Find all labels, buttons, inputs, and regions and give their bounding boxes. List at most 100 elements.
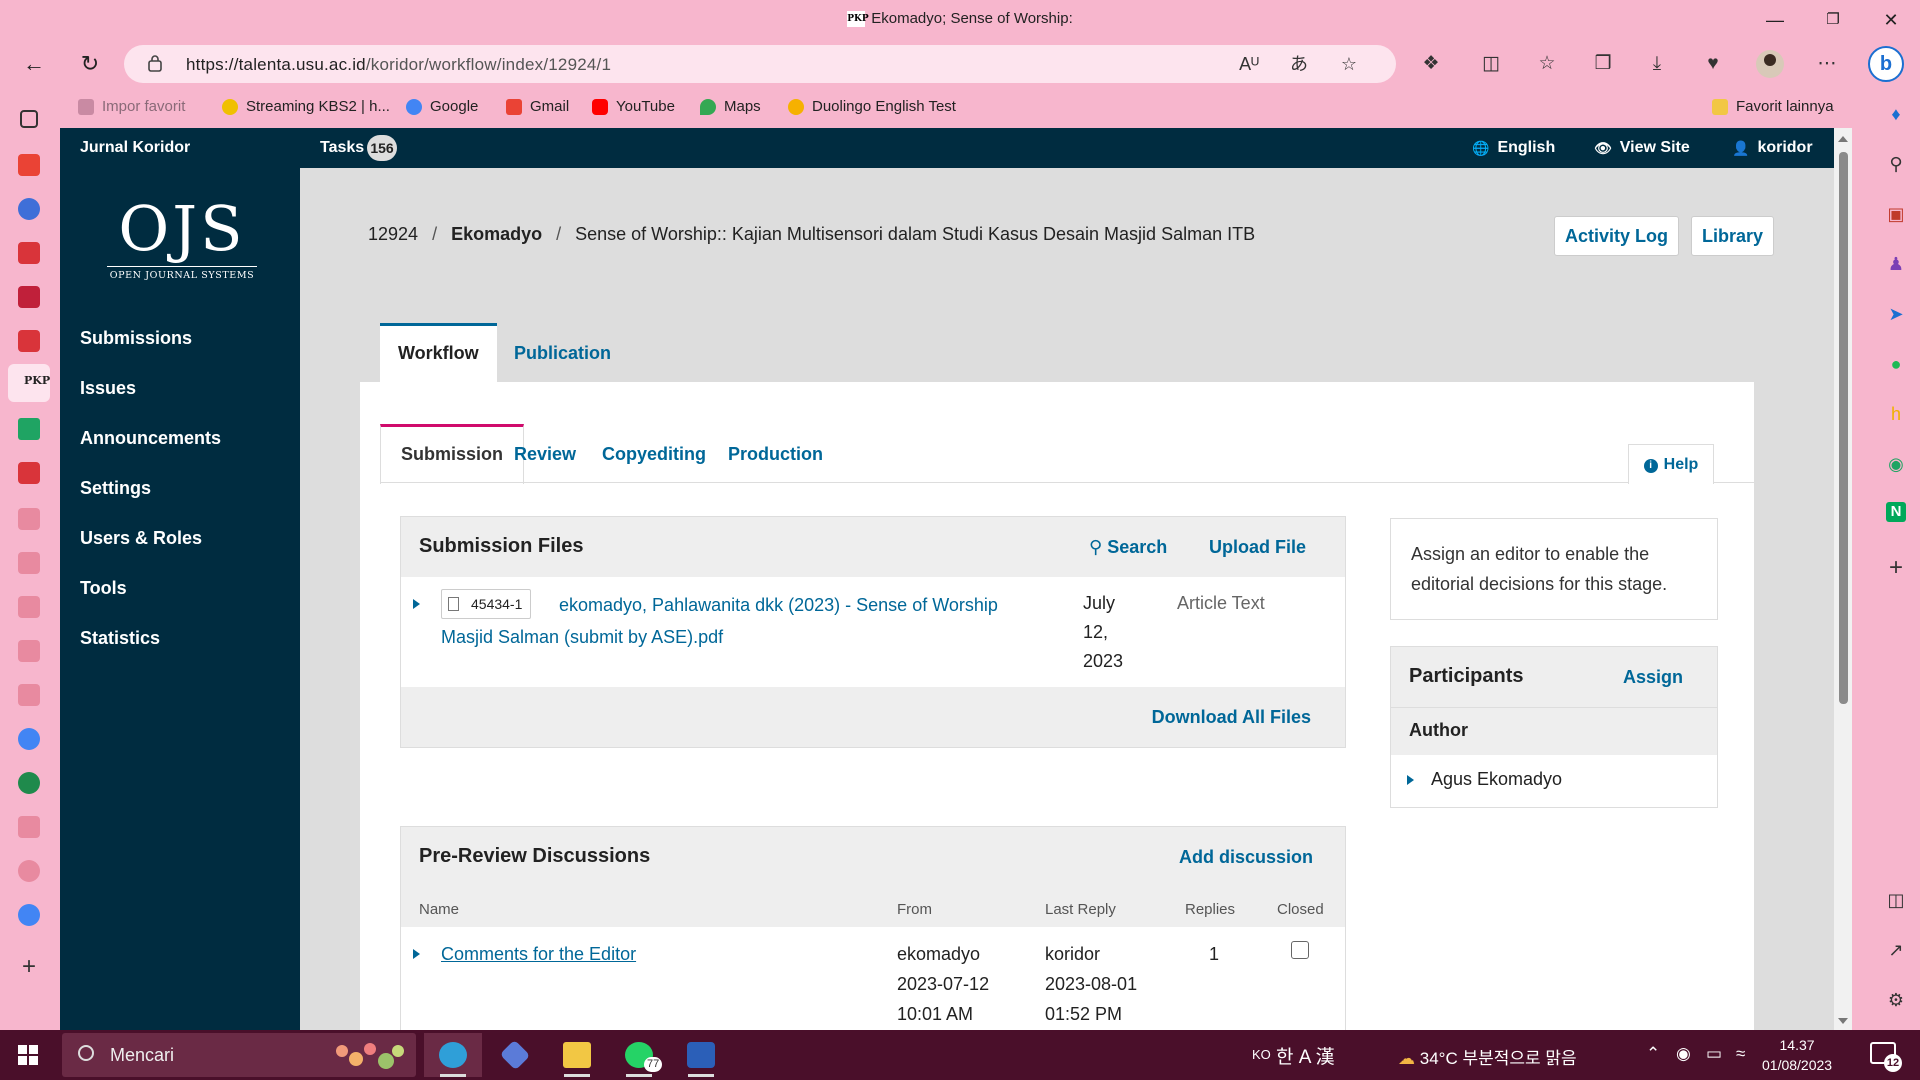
favorites-icon[interactable]: ☆ xyxy=(1532,50,1562,78)
split-screen-icon[interactable]: ◫ xyxy=(1476,50,1506,78)
activity-log-button[interactable]: Activity Log xyxy=(1554,216,1680,256)
close-icon[interactable]: ✕ xyxy=(1868,6,1914,34)
upload-file-button[interactable]: Upload File xyxy=(1209,537,1306,558)
pdf-tab-icon[interactable] xyxy=(18,242,40,264)
sidebar-toggle-icon[interactable]: ◫ xyxy=(1886,890,1906,910)
restore-icon[interactable]: ❐ xyxy=(1810,6,1856,34)
pdf-tab-icon-6[interactable] xyxy=(18,596,40,618)
weather-widget[interactable]: ☁ 34°C 부분적으로 맑음 xyxy=(1398,1044,1577,1069)
naver-icon[interactable]: N xyxy=(1886,502,1906,522)
performance-icon[interactable]: ♥ xyxy=(1698,50,1728,78)
site-tab-icon-4[interactable] xyxy=(18,860,40,882)
bing-copilot-icon[interactable]: b xyxy=(1868,46,1904,82)
site-tab-icon-2[interactable] xyxy=(18,772,40,794)
language-menu[interactable]: 🌐 English xyxy=(1472,139,1555,157)
expand-participant-icon[interactable] xyxy=(1407,775,1414,785)
calendar-tab-icon[interactable] xyxy=(18,286,40,308)
expand-row-icon[interactable] xyxy=(413,949,420,959)
more-menu-icon[interactable]: ⋯ xyxy=(1812,50,1842,78)
minimize-icon[interactable]: — xyxy=(1752,6,1798,34)
app-icon[interactable]: ◉ xyxy=(1886,454,1906,474)
settings-gear-icon[interactable]: ⚙ xyxy=(1886,990,1906,1010)
notification-center-icon[interactable]: 12 xyxy=(1870,1042,1902,1072)
back-icon[interactable]: ← xyxy=(16,48,52,80)
favorite-google[interactable]: Google xyxy=(406,98,478,115)
profile-avatar[interactable] xyxy=(1756,50,1784,78)
tab-publication[interactable]: Publication xyxy=(496,323,629,383)
address-bar[interactable]: https://talenta.usu.ac.id/koridor/workfl… xyxy=(124,45,1396,83)
taskbar-copilot[interactable] xyxy=(486,1033,544,1077)
tasks-badge[interactable]: 156 xyxy=(367,135,397,161)
nav-announcements[interactable]: Announcements xyxy=(80,428,221,449)
pdf-tab-icon-5[interactable] xyxy=(18,552,40,574)
tray-chevron-icon[interactable]: ⌃ xyxy=(1646,1044,1660,1064)
stage-production[interactable]: Production xyxy=(708,424,843,484)
nav-issues[interactable]: Issues xyxy=(80,378,136,399)
site-tab-icon[interactable] xyxy=(18,198,40,220)
windows-start-icon[interactable] xyxy=(18,1045,38,1065)
pkp-tab-active[interactable]: PKP xyxy=(8,364,50,402)
nav-settings[interactable]: Settings xyxy=(80,478,151,499)
scroll-up-icon[interactable] xyxy=(1838,136,1848,142)
nav-tools[interactable]: Tools xyxy=(80,578,127,599)
taskbar-word[interactable] xyxy=(672,1033,730,1077)
google-tab-icon-2[interactable] xyxy=(18,904,40,926)
favorite-youtube[interactable]: YouTube xyxy=(592,98,675,115)
favorite-star-icon[interactable]: ☆ xyxy=(1334,51,1364,77)
google-tab-icon[interactable] xyxy=(18,728,40,750)
tasks-link[interactable]: Tasks xyxy=(320,139,364,157)
drive-tab-icon[interactable] xyxy=(18,418,40,440)
ime-language[interactable]: KO xyxy=(1252,1047,1271,1062)
games-icon[interactable]: ♟ xyxy=(1886,254,1906,274)
network-icon[interactable]: ◉ xyxy=(1676,1044,1691,1064)
spotify-icon[interactable]: ● xyxy=(1886,354,1906,374)
taskbar-edge[interactable] xyxy=(424,1033,482,1077)
taskbar-whatsapp[interactable]: 77 xyxy=(610,1033,668,1077)
stage-copyediting[interactable]: Copyediting xyxy=(582,424,726,484)
other-favorites[interactable]: Favorit lainnya xyxy=(1712,98,1834,115)
search-files-button[interactable]: ⚲ Search xyxy=(1089,537,1167,558)
participant-row[interactable]: Agus Ekomadyo xyxy=(1391,755,1717,807)
page-scrollbar[interactable] xyxy=(1834,128,1852,1030)
refresh-icon[interactable]: ↻ xyxy=(72,48,108,80)
assign-participant-button[interactable]: Assign xyxy=(1623,667,1683,688)
send-icon[interactable]: ➤ xyxy=(1886,304,1906,324)
new-tab-icon[interactable]: + xyxy=(18,955,40,979)
discussion-name-link[interactable]: Comments for the Editor xyxy=(441,939,636,969)
translate-icon[interactable]: あ xyxy=(1284,51,1314,77)
favorite-gmail[interactable]: Gmail xyxy=(506,98,569,115)
downloads-icon[interactable]: ⤓ xyxy=(1642,50,1672,78)
import-favorites[interactable]: Impor favorit xyxy=(78,98,185,115)
battery-icon[interactable]: ▭ xyxy=(1706,1044,1722,1064)
favorite-maps[interactable]: Maps xyxy=(700,98,761,115)
ojs-logo[interactable]: OJS OPEN JOURNAL SYSTEMS xyxy=(107,198,257,281)
help-button[interactable]: i Help xyxy=(1628,444,1714,484)
extensions-icon[interactable]: ❖ xyxy=(1416,50,1446,78)
search-icon[interactable]: ⚲ xyxy=(1886,154,1906,174)
pdf-tab-icon-2[interactable] xyxy=(18,330,40,352)
nav-statistics[interactable]: Statistics xyxy=(80,628,160,649)
add-discussion-button[interactable]: Add discussion xyxy=(1179,847,1313,868)
favorite-duolingo[interactable]: Duolingo English Test xyxy=(788,98,956,115)
pdf-tab-icon-8[interactable] xyxy=(18,684,40,706)
add-sidebar-icon[interactable]: + xyxy=(1886,556,1906,580)
taskbar-file-explorer[interactable] xyxy=(548,1033,606,1077)
ime-mode[interactable]: 한 A 漢 xyxy=(1276,1042,1335,1069)
notifications-bell-icon[interactable]: ♦ xyxy=(1886,104,1906,124)
expand-row-icon[interactable] xyxy=(413,599,420,609)
pdf-tab-icon-3[interactable] xyxy=(18,462,40,484)
shopping-icon[interactable]: h xyxy=(1886,404,1906,424)
site-tab-icon-3[interactable] xyxy=(18,816,40,838)
discussion-closed-checkbox[interactable] xyxy=(1291,941,1309,959)
journal-context[interactable]: Jurnal Koridor xyxy=(80,139,190,157)
wifi-icon[interactable]: ≈ xyxy=(1736,1044,1745,1064)
scrollbar-thumb[interactable] xyxy=(1839,152,1848,704)
library-button[interactable]: Library xyxy=(1691,216,1775,256)
read-aloud-icon[interactable]: Aᵁ xyxy=(1234,51,1264,77)
scroll-down-icon[interactable] xyxy=(1838,1018,1848,1024)
favorite-kbs2[interactable]: Streaming KBS2 | h... xyxy=(222,98,390,115)
pdf-tab-icon-4[interactable] xyxy=(18,508,40,530)
nav-users-roles[interactable]: Users & Roles xyxy=(80,528,202,549)
tools-icon[interactable]: ▣ xyxy=(1886,204,1906,224)
view-site-link[interactable]: 👁 View Site xyxy=(1594,139,1690,157)
